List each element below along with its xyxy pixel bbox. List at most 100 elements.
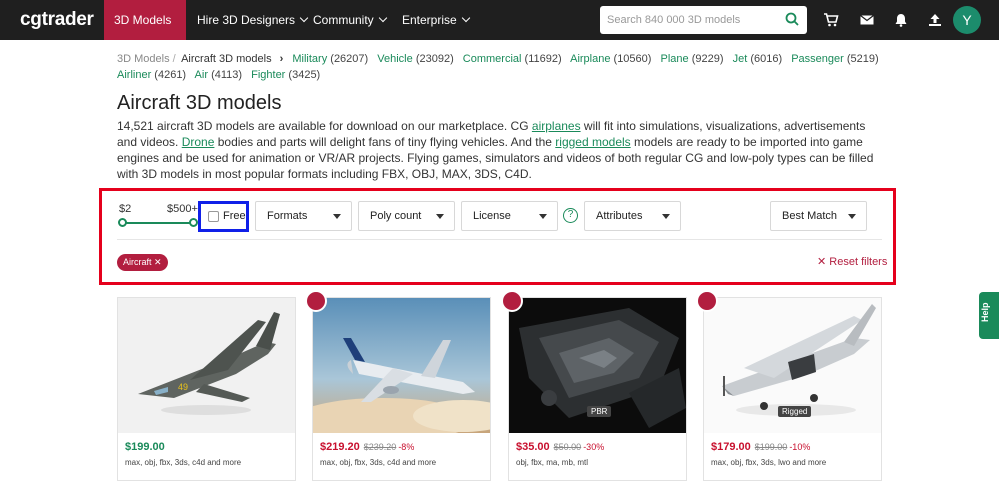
free-checkbox[interactable] (208, 211, 219, 222)
subcategory-plane[interactable]: Plane (9229) (661, 53, 724, 65)
subcategory-label: Airplane (570, 53, 611, 65)
airliner-image (313, 298, 490, 433)
subcategory-count: (10560) (613, 53, 652, 65)
mail-icon[interactable] (859, 12, 875, 28)
price-slider-track[interactable] (122, 222, 194, 224)
discount: -10% (789, 442, 811, 452)
subcategory-label: Vehicle (377, 53, 413, 65)
sort-label: Best Match (782, 210, 838, 222)
desc-link-drone[interactable]: Drone (182, 135, 215, 149)
product-card[interactable]: PBR $35.00 $50.00 -30% obj, fbx, ma, mb, m… (501, 290, 687, 481)
product-image[interactable]: PBR (509, 298, 686, 433)
subcategory-jet[interactable]: Jet (6016) (733, 53, 783, 65)
page-title: Aircraft 3D models (117, 92, 282, 114)
desc-link-rigged-models[interactable]: rigged models (555, 135, 630, 149)
product-price: $199.00 (125, 441, 165, 453)
subcategory-count: (4113) (211, 69, 243, 81)
subcategory-passenger[interactable]: Passenger (5219) (791, 53, 878, 65)
caret-down-icon (662, 214, 670, 219)
subcategory-fighter[interactable]: Fighter (3425) (251, 69, 320, 81)
subcategory-commercial[interactable]: Commercial (11692) (463, 53, 562, 65)
product-image[interactable]: 49 (118, 298, 295, 433)
subcategory-label: Airliner (117, 69, 152, 81)
nav-community-label: Community (313, 13, 374, 27)
subcategory-label: Fighter (251, 69, 286, 81)
price-max-label: $500+ (167, 203, 198, 215)
price-slider-max-handle[interactable] (189, 218, 198, 227)
top-navbar: cgtrader 3D Models Hire 3D Designers Com… (0, 0, 999, 63)
free-filter[interactable]: Free (198, 201, 249, 232)
active-filter-chip-aircraft[interactable]: Aircraft ✕ (117, 254, 168, 271)
nav-community[interactable]: Community (303, 0, 396, 40)
user-avatar[interactable]: Y (953, 6, 981, 34)
nav-hire-designers[interactable]: Hire 3D Designers (187, 0, 317, 40)
license-label: License (473, 210, 511, 222)
help-tab[interactable]: Help (979, 292, 999, 339)
reset-filters-link[interactable]: ✕ Reset filters (817, 255, 887, 268)
subcategory-count: (6016) (750, 53, 783, 65)
free-label: Free (223, 210, 246, 222)
product-formats: max, obj, fbx, 3ds, c4d and more (320, 458, 437, 467)
nav-3d-models-label: 3D Models (114, 13, 172, 27)
license-help-icon[interactable]: ? (563, 208, 578, 223)
filter-divider (117, 239, 882, 240)
formats-dropdown[interactable]: Formats (255, 201, 352, 231)
breadcrumb-root[interactable]: 3D Models (117, 53, 170, 65)
product-price: $35.00 $50.00 -30% (516, 441, 604, 453)
product-card[interactable]: $219.20 $239.20 -8% max, obj, fbx, 3ds, c4… (305, 290, 491, 481)
current-price: $179.00 (711, 441, 751, 453)
product-image[interactable] (313, 298, 490, 433)
discount: -8% (398, 442, 415, 452)
discount: -30% (583, 442, 605, 452)
search-bar (600, 6, 807, 34)
subcategory-count: (9229) (691, 53, 724, 65)
fighter-jet-image: 49 (138, 312, 280, 415)
price-slider-min-handle[interactable] (118, 218, 127, 227)
search-input[interactable] (600, 6, 770, 34)
nav-3d-models[interactable]: 3D Models (104, 0, 186, 63)
subcategory-air[interactable]: Air (4113) (195, 69, 243, 81)
subcategory-military[interactable]: Military (26207) (292, 53, 368, 65)
search-icon[interactable] (785, 12, 799, 26)
bell-icon[interactable] (893, 12, 909, 28)
caret-down-icon (436, 214, 444, 219)
old-price: $50.00 (553, 442, 582, 452)
upload-icon[interactable] (927, 12, 943, 28)
old-price: $199.00 (754, 442, 788, 452)
poly-count-dropdown[interactable]: Poly count (358, 201, 455, 231)
caret-down-icon (539, 214, 547, 219)
subcategory-count: (5219) (846, 53, 879, 65)
price-min-label: $2 (119, 203, 132, 215)
sale-badge-icon (305, 290, 327, 312)
desc-text: bodies and parts will delight fans of ti… (214, 135, 556, 149)
sale-badge-icon (501, 290, 523, 312)
svg-text:49: 49 (178, 382, 188, 392)
desc-link-airplanes[interactable]: airplanes (532, 119, 581, 133)
product-card[interactable]: 49 $199.00 max, obj, fbx, 3ds, c4d and m… (117, 297, 296, 481)
subcategory-label: Passenger (791, 53, 844, 65)
nav-enterprise-label: Enterprise (402, 13, 457, 27)
subcategory-vehicle[interactable]: Vehicle (23092) (377, 53, 453, 65)
breadcrumb-separator: / (172, 53, 176, 65)
cart-icon[interactable] (823, 12, 839, 28)
pbr-badge: PBR (587, 406, 612, 417)
site-logo[interactable]: cgtrader (20, 9, 94, 31)
subcategory-airliner[interactable]: Airliner (4261) (117, 69, 186, 81)
nav-hire-designers-label: Hire 3D Designers (197, 13, 296, 27)
product-price: $179.00 $199.00 -10% (711, 441, 810, 453)
product-card[interactable]: Rigged $179.00 $199.00 -10% max, obj, fbx,… (696, 290, 882, 481)
caret-down-icon (848, 214, 856, 219)
subcategory-count: (4261) (154, 69, 187, 81)
product-image[interactable]: Rigged (704, 298, 881, 433)
license-dropdown[interactable]: License (461, 201, 558, 231)
sort-dropdown[interactable]: Best Match (770, 201, 867, 231)
subcategory-airplane[interactable]: Airplane (10560) (570, 53, 651, 65)
subcategory-count: (11692) (524, 53, 562, 65)
subcategory-label: Jet (732, 53, 748, 65)
nav-enterprise[interactable]: Enterprise (392, 0, 479, 40)
product-price: $219.20 $239.20 -8% (320, 441, 414, 453)
product-formats: obj, fbx, ma, mb, mtl (516, 458, 589, 467)
rigged-badge: Rigged (778, 406, 812, 417)
attributes-dropdown[interactable]: Attributes (584, 201, 681, 231)
current-price: $35.00 (516, 441, 550, 453)
